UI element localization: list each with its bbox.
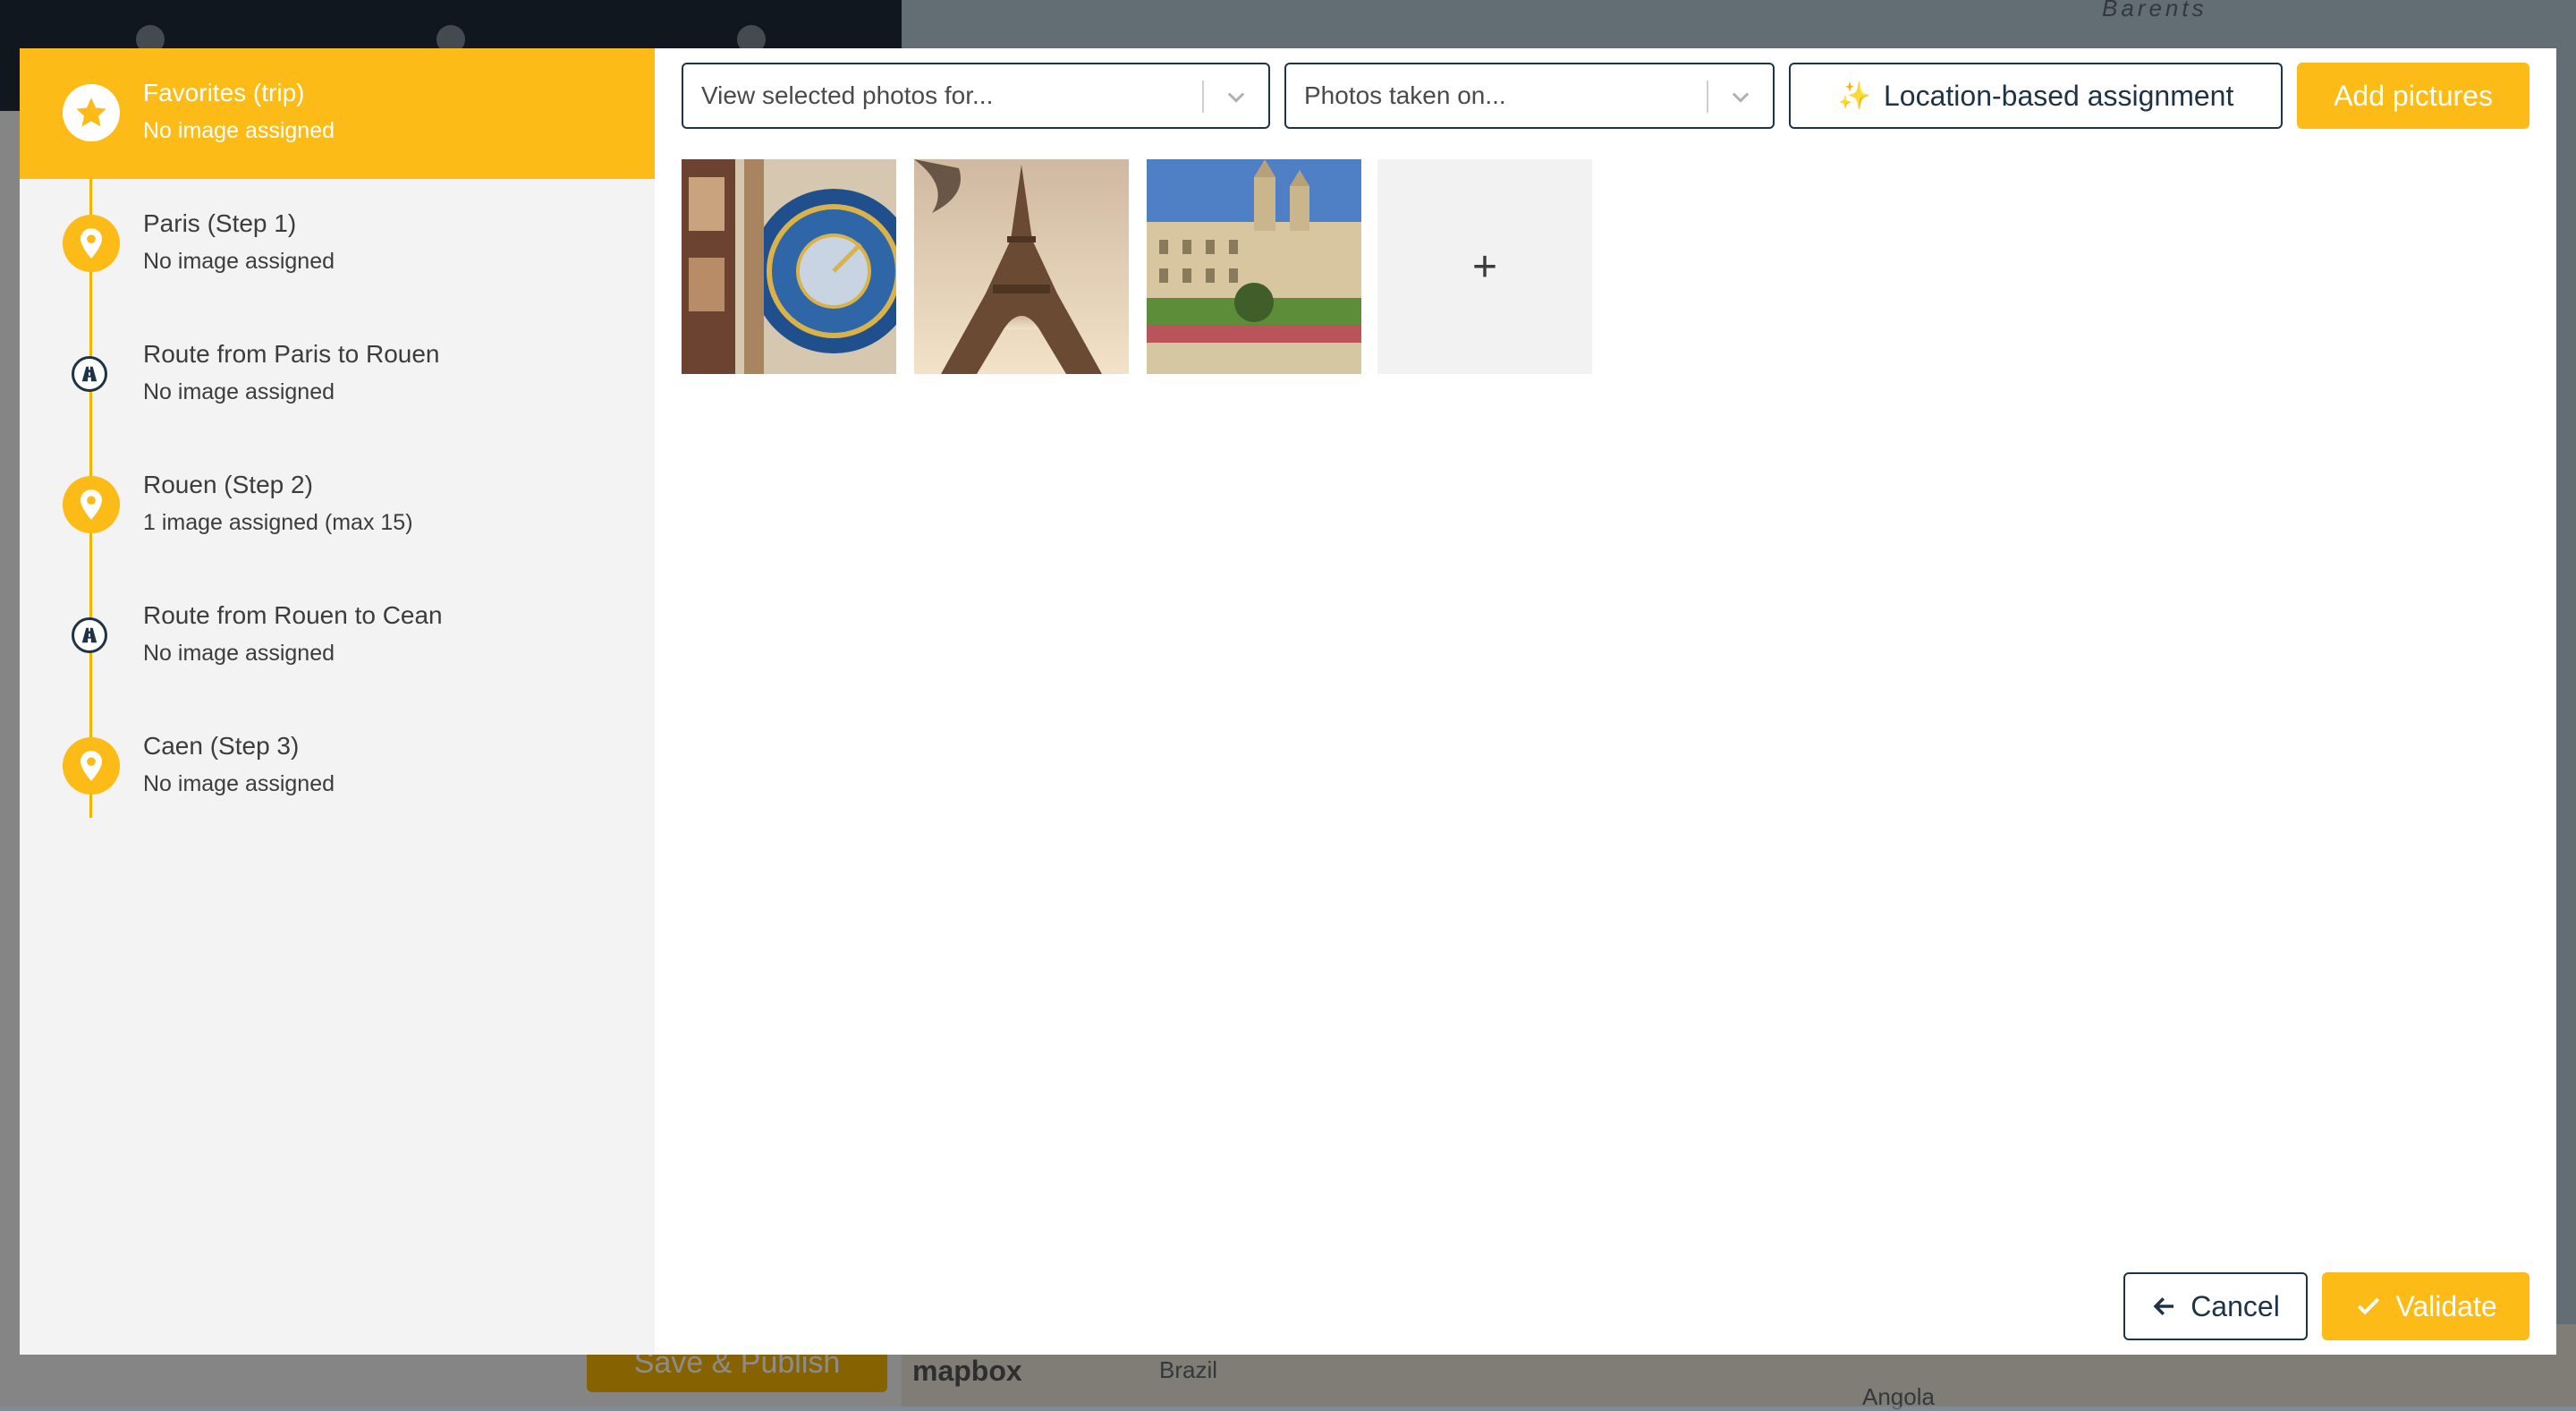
step-route-rouen-caen[interactable]: Route from Rouen to Cean No image assign… — [20, 571, 655, 701]
step-subtitle: 1 image assigned (max 15) — [143, 510, 413, 535]
button-label: Cancel — [2190, 1289, 2280, 1322]
eiffel-tower-photo — [914, 159, 1129, 374]
button-label: Validate — [2395, 1289, 2497, 1322]
button-label: Location-based assignment — [1884, 79, 2234, 112]
add-pictures-button[interactable]: Add pictures — [2297, 63, 2529, 129]
location-based-assignment-button[interactable]: ✨ Location-based assignment — [1789, 63, 2283, 129]
add-photo-tile[interactable]: + — [1377, 159, 1592, 374]
chevron-down-icon — [1732, 92, 1750, 103]
step-title: Rouen (Step 2) — [143, 471, 313, 498]
step-subtitle: No image assigned — [143, 771, 335, 796]
select-placeholder: View selected photos for... — [701, 81, 994, 109]
map-pin-icon — [63, 737, 120, 795]
select-placeholder: Photos taken on... — [1304, 81, 1506, 109]
photo-assignment-modal: Favorites (trip) No image assigned Paris… — [20, 48, 2556, 1355]
road-icon — [72, 617, 107, 653]
step-subtitle: No image assigned — [143, 249, 335, 274]
caen-abbey-photo — [1147, 159, 1361, 374]
step-title: Route from Paris to Rouen — [143, 340, 440, 368]
select-separator — [1707, 81, 1708, 113]
map-pin-icon — [63, 215, 120, 272]
photo-thumbnail[interactable] — [1147, 159, 1361, 374]
road-icon — [72, 356, 107, 392]
step-subtitle: No image assigned — [143, 641, 335, 666]
star-icon — [63, 84, 120, 141]
step-title: Caen (Step 3) — [143, 732, 300, 760]
step-caen[interactable]: Caen (Step 3) No image assigned — [20, 701, 655, 832]
step-title: Route from Rouen to Cean — [143, 601, 443, 629]
map-pin-icon — [63, 476, 120, 533]
arrow-left-icon — [2153, 1297, 2174, 1315]
step-paris[interactable]: Paris (Step 1) No image assigned — [20, 179, 655, 310]
photo-thumbnail[interactable] — [682, 159, 896, 374]
validate-button[interactable]: Validate — [2322, 1272, 2529, 1340]
steps-sidebar: Favorites (trip) No image assigned Paris… — [20, 48, 655, 1355]
select-separator — [1202, 81, 1204, 113]
step-favorites[interactable]: Favorites (trip) No image assigned — [20, 48, 655, 179]
step-rouen[interactable]: Rouen (Step 2) 1 image assigned (max 15) — [20, 440, 655, 571]
step-title: Favorites (trip) — [143, 79, 305, 106]
view-photos-for-select[interactable]: View selected photos for... — [682, 63, 1270, 129]
chevron-down-icon — [1227, 92, 1245, 103]
rouen-clock-photo — [682, 159, 896, 374]
photo-thumbnail[interactable] — [914, 159, 1129, 374]
sparkles-icon: ✨ — [1837, 81, 1871, 111]
step-subtitle: No image assigned — [143, 118, 335, 143]
step-title: Paris (Step 1) — [143, 209, 297, 237]
photos-taken-on-select[interactable]: Photos taken on... — [1284, 63, 1775, 129]
step-route-paris-rouen[interactable]: Route from Paris to Rouen No image assig… — [20, 310, 655, 440]
cancel-button[interactable]: Cancel — [2123, 1272, 2308, 1340]
step-subtitle: No image assigned — [143, 379, 335, 404]
check-icon — [2358, 1297, 2380, 1315]
